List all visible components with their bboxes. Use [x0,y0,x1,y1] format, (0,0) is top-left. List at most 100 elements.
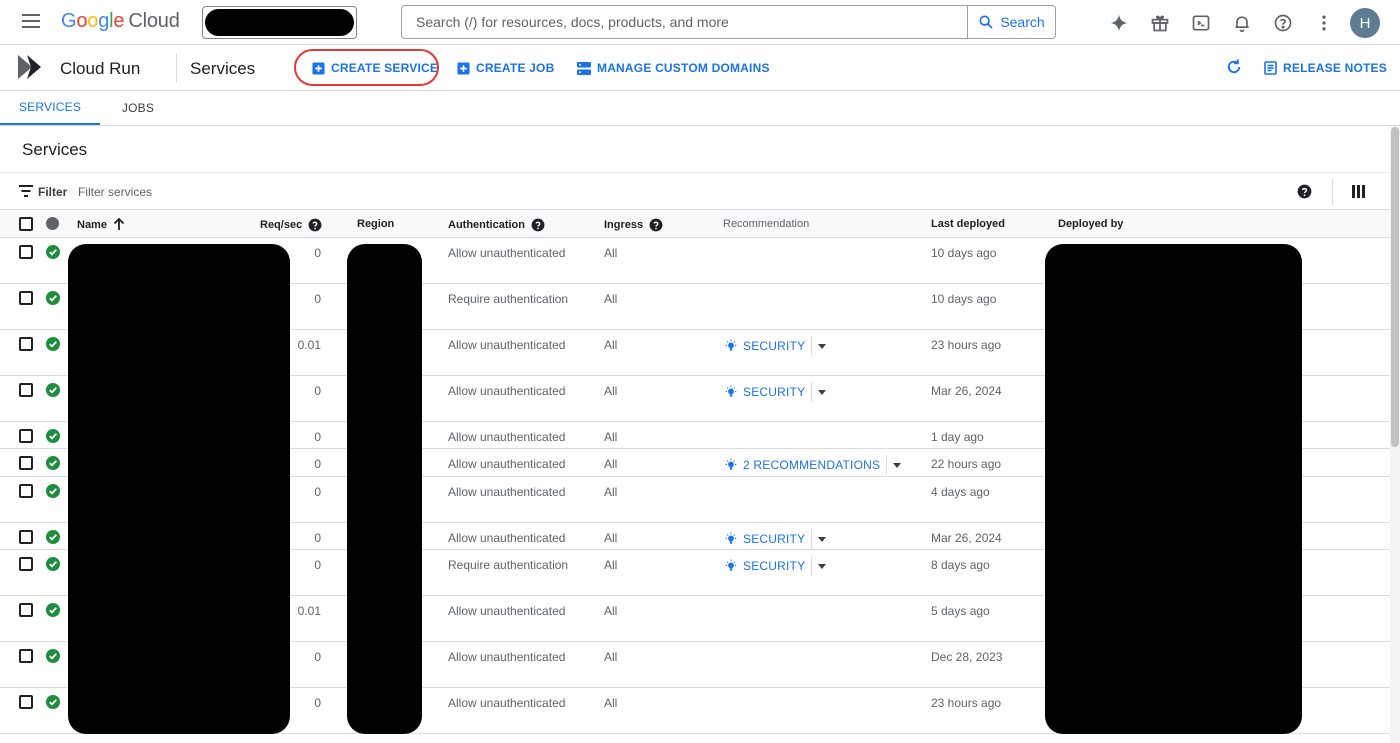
caret-down-icon[interactable] [818,343,827,349]
ingress-value: All [604,604,618,618]
filter-icon[interactable] [19,185,33,197]
divider [1332,179,1333,205]
redacted-project-name [205,9,354,36]
check-circle-icon [46,383,60,397]
divider [811,556,813,576]
row-checkbox[interactable] [19,456,33,470]
check-circle-icon [46,337,60,351]
menu-icon[interactable] [22,14,40,28]
scrollbar[interactable] [1391,127,1399,447]
row-checkbox[interactable] [19,649,33,663]
last-deployed-value: 23 hours ago [931,696,1002,710]
filter-input[interactable] [78,183,478,201]
column-auth-label: Authentication [448,219,525,231]
gemini-icon[interactable] [1105,9,1133,37]
caret-down-icon[interactable] [818,389,827,395]
google-cloud-logo[interactable]: Google Cloud [61,10,180,33]
top-icons: H [1092,8,1380,38]
caret-down-icon[interactable] [818,536,827,542]
recommendation-button[interactable]: 2 RECOMMENDATIONS [724,455,902,475]
project-picker[interactable] [202,6,357,39]
search-button[interactable]: Search [967,6,1055,38]
row-checkbox[interactable] [19,383,33,397]
last-deployed-value: 5 days ago [931,604,990,618]
column-req-label: Req/sec [260,219,303,231]
row-checkbox[interactable] [19,530,33,544]
check-circle-icon [46,557,60,571]
create-service-button[interactable]: CREATE SERVICE [312,61,438,75]
check-circle-icon [46,530,60,544]
recommendation-label: SECURITY [743,532,806,546]
row-checkbox[interactable] [19,484,33,498]
column-recommendation: Recommendation [723,218,809,230]
help-icon[interactable] [531,218,545,232]
divider [811,336,813,356]
bell-icon[interactable] [1228,9,1256,37]
ingress-value: All [604,531,618,545]
column-region[interactable]: Region [357,218,394,230]
redacted-deployers [1045,244,1302,734]
product-name[interactable]: Cloud Run [60,59,140,79]
refresh-icon[interactable] [1225,58,1243,81]
help-icon[interactable] [1269,9,1297,37]
top-bar: GoogleCloud Search H [0,0,1400,45]
cloud-shell-icon[interactable] [1187,9,1215,37]
tab-bar: SERVICES JOBS [0,91,1400,126]
create-job-button[interactable]: CREATE JOB [457,61,554,75]
ingress-value: All [604,384,618,398]
authentication-value: Allow unauthenticated [448,485,566,499]
help-icon[interactable] [649,218,663,232]
more-vert-icon[interactable] [1310,9,1338,37]
search-box: Search [401,5,1056,39]
ingress-value: All [604,292,618,306]
caret-down-icon[interactable] [893,462,902,468]
tab-services[interactable]: SERVICES [0,91,100,125]
manage-domains-button[interactable]: MANAGE CUSTOM DOMAINS [577,61,770,75]
authentication-value: Allow unauthenticated [448,246,566,260]
authentication-value: Allow unauthenticated [448,384,566,398]
row-checkbox[interactable] [19,337,33,351]
recommendation-button[interactable]: SECURITY [724,529,827,549]
column-last-deployed[interactable]: Last deployed [931,218,1005,230]
column-deployed-by[interactable]: Deployed by [1058,218,1123,230]
search-input[interactable] [402,6,967,38]
avatar[interactable]: H [1350,8,1380,38]
row-checkbox[interactable] [19,429,33,443]
caret-down-icon[interactable] [818,563,827,569]
row-checkbox[interactable] [19,695,33,709]
column-name[interactable]: Name [77,218,125,231]
add-box-icon [457,61,470,75]
divider [811,529,813,549]
column-ingress[interactable]: Ingress [604,218,663,232]
row-checkbox[interactable] [19,291,33,305]
authentication-value: Require authentication [448,558,569,572]
recommendation-button[interactable]: SECURITY [724,336,827,356]
page-title: Services [190,59,256,78]
tab-jobs[interactable]: JOBS [105,91,171,125]
columns-icon[interactable] [1352,185,1365,198]
row-checkbox[interactable] [19,245,33,259]
check-circle-icon [46,649,60,663]
ingress-value: All [604,430,618,444]
authentication-value: Allow unauthenticated [448,650,566,664]
product-bar: Cloud Run Services CREATE SERVICE CREATE… [0,45,1400,91]
filter-label[interactable]: Filter [38,185,67,199]
last-deployed-value: 4 days ago [931,485,990,499]
gift-icon[interactable] [1146,9,1174,37]
row-checkbox[interactable] [19,603,33,617]
help-icon[interactable] [308,218,322,232]
ingress-value: All [604,338,618,352]
recommendation-label: SECURITY [743,385,806,399]
section-title: Services [22,140,88,159]
release-notes-button[interactable]: RELEASE NOTES [1264,61,1387,75]
help-icon[interactable] [1297,184,1312,204]
check-circle-icon [46,456,60,470]
recommendation-button[interactable]: SECURITY [724,556,827,576]
authentication-value: Allow unauthenticated [448,457,566,471]
row-checkbox[interactable] [19,557,33,571]
column-req-sec[interactable]: Req/sec [260,218,322,232]
divider [176,53,177,83]
column-authentication[interactable]: Authentication [448,218,545,232]
recommendation-button[interactable]: SECURITY [724,382,827,402]
select-all-checkbox[interactable] [19,217,33,231]
